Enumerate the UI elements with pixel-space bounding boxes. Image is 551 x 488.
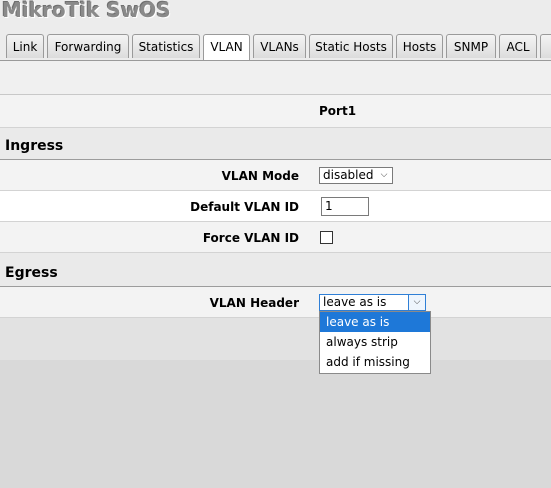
vlan-header-dropdown: leave as is always strip add if missing [319, 311, 431, 374]
footer-bar [0, 318, 551, 360]
header: MikroTik SwOS Link Forwarding Statistics… [0, 0, 551, 61]
tab-static-hosts[interactable]: Static Hosts [309, 34, 393, 58]
tab-statistics[interactable]: Statistics [132, 34, 200, 58]
force-vlan-id-row: Force VLAN ID [0, 222, 551, 253]
tab-forwarding[interactable]: Forwarding [47, 34, 129, 58]
tab-vlans[interactable]: VLANs [253, 34, 306, 58]
vlan-header-row: VLAN Header leave as is ⌵ [0, 287, 551, 318]
egress-section: Egress [0, 253, 551, 287]
tab-vlan[interactable]: VLAN [203, 34, 250, 60]
vlan-mode-row: VLAN Mode disabled ⌵ [0, 160, 551, 191]
toolbar [0, 61, 551, 95]
port-header-row: Port1 [0, 95, 551, 128]
dropdown-option-always-strip[interactable]: always strip [320, 332, 430, 352]
force-vlan-id-label: Force VLAN ID [202, 231, 299, 245]
vlan-mode-label: VLAN Mode [221, 169, 299, 183]
default-vlan-id-label: Default VLAN ID [190, 200, 299, 214]
ingress-title: Ingress [5, 138, 64, 154]
egress-title: Egress [5, 265, 58, 281]
tab-hosts[interactable]: Hosts [396, 34, 443, 58]
ingress-section: Ingress [0, 128, 551, 160]
default-vlan-id-input[interactable]: 1 [321, 197, 369, 216]
tab-acl[interactable]: ACL [499, 34, 537, 58]
vlan-header-value: leave as is [323, 295, 387, 309]
tab-overflow[interactable] [540, 34, 551, 58]
vlan-mode-select[interactable]: disabled ⌵ [319, 167, 393, 184]
app-title: MikroTik SwOS [2, 0, 171, 22]
vlan-header-select[interactable]: leave as is ⌵ [319, 294, 426, 311]
tab-bar: Link Forwarding Statistics VLAN VLANs St… [0, 34, 551, 61]
port-header: Port1 [319, 104, 357, 118]
tab-snmp[interactable]: SNMP [446, 34, 496, 58]
force-vlan-id-checkbox[interactable] [320, 231, 333, 244]
chevron-down-icon: ⌵ [408, 295, 425, 310]
default-vlan-id-row: Default VLAN ID 1 [0, 191, 551, 222]
vlan-header-label: VLAN Header [209, 296, 299, 310]
tab-link[interactable]: Link [6, 34, 44, 58]
dropdown-option-add-if-missing[interactable]: add if missing [320, 352, 430, 372]
vlan-mode-value: disabled [323, 168, 374, 182]
chevron-down-icon: ⌵ [380, 170, 388, 180]
dropdown-option-leave-as-is[interactable]: leave as is [320, 312, 430, 332]
